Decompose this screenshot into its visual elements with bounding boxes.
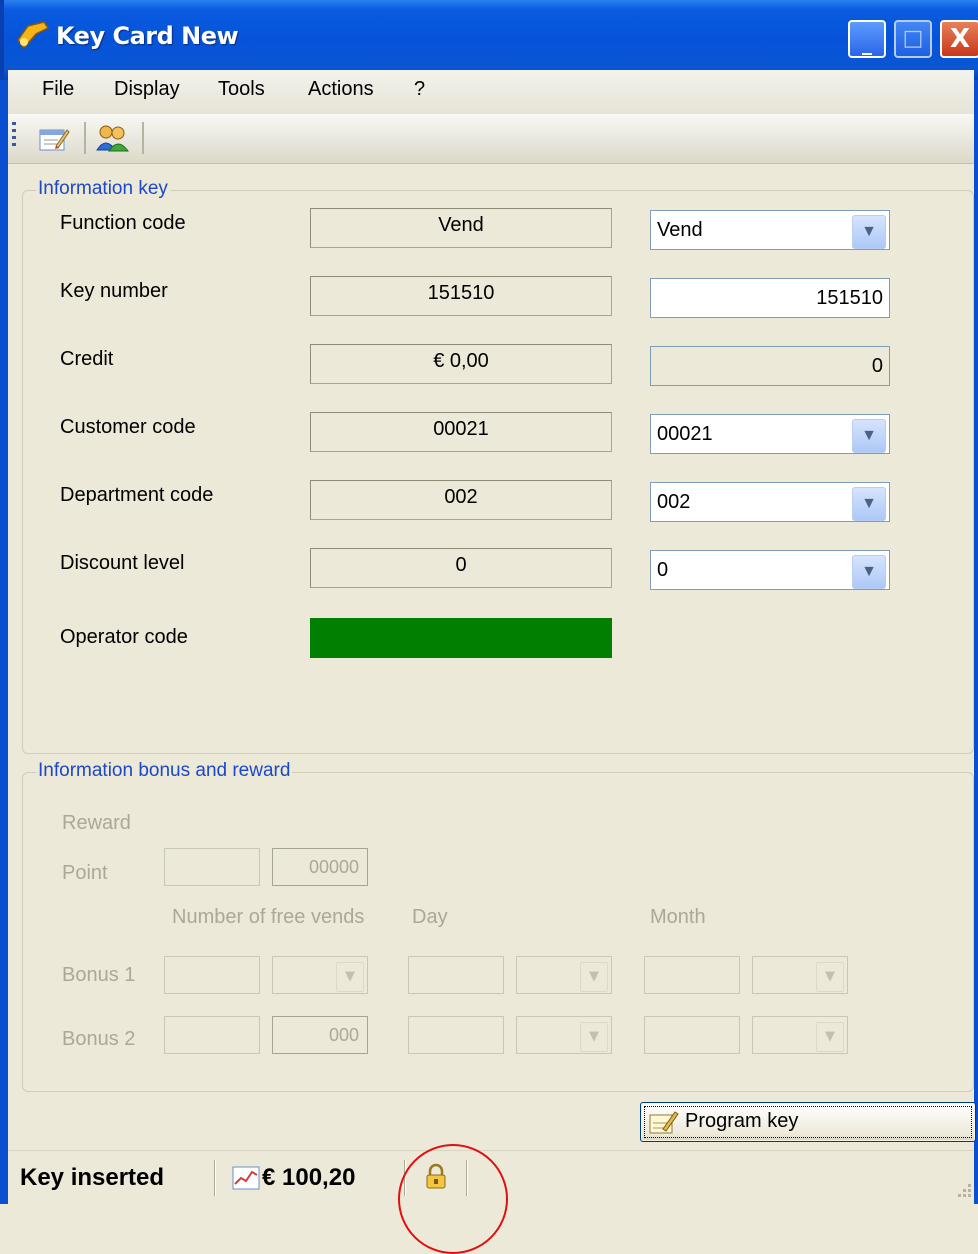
- chevron-down-icon: ▼: [580, 962, 608, 992]
- bonus2-free-vends-value: 000: [272, 1016, 368, 1054]
- key-number-current: 151510: [310, 276, 612, 316]
- status-separator: [214, 1160, 216, 1196]
- month-header: Month: [650, 906, 706, 928]
- chevron-down-icon: ▼: [816, 962, 844, 992]
- bonus1-free-vends-input: [164, 956, 260, 994]
- resize-grip-icon[interactable]: [950, 1176, 974, 1200]
- bonus1-day-select: ▼: [516, 956, 612, 994]
- customer-code-label: Customer code: [60, 416, 196, 438]
- operator-code-indicator: [310, 618, 612, 658]
- department-code-select[interactable]: 002 ▼: [650, 482, 890, 522]
- discount-level-select[interactable]: 0 ▼: [650, 550, 890, 590]
- bonus1-day-input: [408, 956, 504, 994]
- chevron-down-icon: ▼: [336, 962, 364, 992]
- reward-label: Reward: [62, 812, 131, 834]
- status-balance: € 100,20: [262, 1164, 356, 1191]
- menu-display[interactable]: Display: [114, 78, 180, 101]
- bonus1-month-select: ▼: [752, 956, 848, 994]
- bonus2-month-select: ▼: [752, 1016, 848, 1054]
- app-key-icon: [17, 21, 50, 50]
- window-title: Key Card New: [56, 22, 239, 50]
- maximize-button[interactable]: □: [894, 20, 932, 58]
- credit-label: Credit: [60, 348, 114, 370]
- minimize-button[interactable]: _: [848, 20, 886, 58]
- discount-level-current: 0: [310, 548, 612, 588]
- menu-tools[interactable]: Tools: [218, 78, 265, 101]
- chevron-down-icon[interactable]: ▼: [852, 555, 886, 589]
- group-bonus-reward-legend: Information bonus and reward: [36, 760, 293, 782]
- chevron-down-icon: ▼: [580, 1022, 608, 1052]
- key-number-label: Key number: [60, 280, 168, 302]
- bonus2-day-input: [408, 1016, 504, 1054]
- edit-card-icon[interactable]: [38, 124, 70, 154]
- users-icon[interactable]: [96, 124, 130, 152]
- function-code-select[interactable]: Vend ▼: [650, 210, 890, 250]
- window-frame-right: [974, 80, 978, 1204]
- bonus2-label: Bonus 2: [62, 1028, 136, 1050]
- status-key-state: Key inserted: [20, 1164, 165, 1191]
- customer-code-select[interactable]: 00021 ▼: [650, 414, 890, 454]
- chevron-down-icon[interactable]: ▼: [852, 419, 886, 453]
- key-number-input[interactable]: 151510: [650, 278, 890, 318]
- window-frame-left: [0, 80, 8, 1204]
- toolbar: [8, 114, 974, 164]
- department-code-current: 002: [310, 480, 612, 520]
- close-button[interactable]: X: [940, 20, 978, 58]
- function-code-label: Function code: [60, 212, 186, 234]
- chevron-down-icon: ▼: [816, 1022, 844, 1052]
- menu-help[interactable]: ?: [414, 78, 425, 101]
- point-total: 00000: [272, 848, 368, 886]
- bonus2-day-select: ▼: [516, 1016, 612, 1054]
- bonus2-free-vends-input: [164, 1016, 260, 1054]
- bonus1-month-input: [644, 956, 740, 994]
- point-label: Point: [62, 862, 108, 884]
- bonus1-free-vends-select: ▼: [272, 956, 368, 994]
- group-information-key: [22, 190, 974, 754]
- menu-actions[interactable]: Actions: [308, 78, 374, 101]
- customer-code-current: 00021: [310, 412, 612, 452]
- toolbar-separator: [84, 122, 86, 154]
- chevron-down-icon[interactable]: ▼: [852, 215, 886, 249]
- bonus2-month-input: [644, 1016, 740, 1054]
- discount-level-label: Discount level: [60, 552, 185, 574]
- toolbar-separator: [142, 122, 144, 154]
- menu-file[interactable]: File: [42, 78, 74, 101]
- program-key-button[interactable]: Program key: [640, 1102, 976, 1142]
- day-header: Day: [412, 906, 448, 928]
- operator-code-label: Operator code: [60, 626, 188, 648]
- highlight-circle: [398, 1144, 508, 1254]
- bonus1-label: Bonus 1: [62, 964, 136, 986]
- group-information-key-legend: Information key: [36, 178, 170, 200]
- chevron-down-icon[interactable]: ▼: [852, 487, 886, 521]
- function-code-current: Vend: [310, 208, 612, 248]
- point-input: [164, 848, 260, 886]
- free-vends-header: Number of free vends: [172, 906, 365, 928]
- credit-input: 0: [650, 346, 890, 386]
- credit-current: € 0,00: [310, 344, 612, 384]
- toolbar-grip[interactable]: [12, 122, 16, 150]
- program-key-icon: [649, 1111, 679, 1134]
- department-code-label: Department code: [60, 484, 214, 506]
- chart-icon: [232, 1166, 260, 1190]
